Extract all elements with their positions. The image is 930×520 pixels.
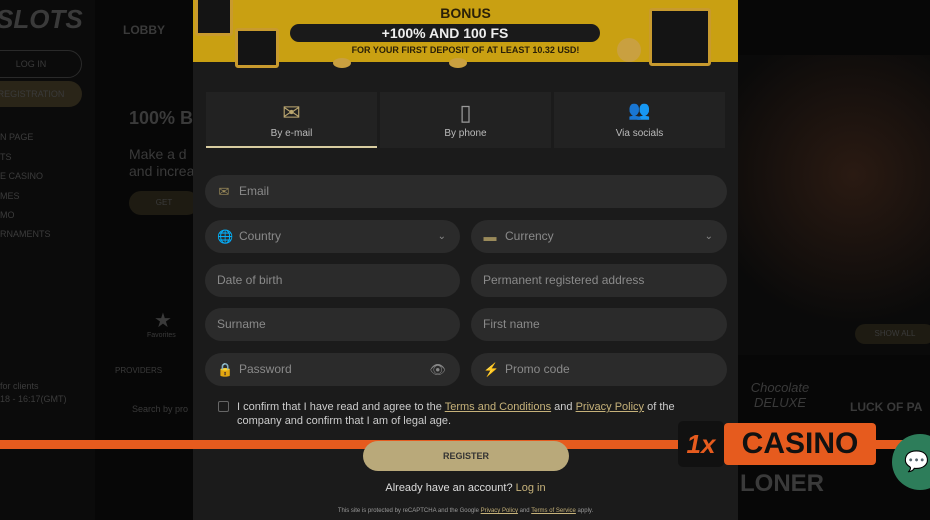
- favorites-label[interactable]: Favorites: [147, 332, 176, 339]
- registration-button[interactable]: REGISTRATION: [0, 81, 82, 107]
- support-hours: 18 - 16:17(GMT): [0, 394, 67, 404]
- coin-icon: [617, 38, 641, 62]
- game-tile[interactable]: LUCK OF PA: [850, 400, 922, 414]
- promo-text: Make a d: [129, 146, 187, 162]
- bonus-offer: +100% AND 100 FS: [290, 24, 600, 42]
- nav-item[interactable]: MES: [0, 191, 20, 201]
- providers-label: PROVIDERS: [115, 366, 163, 375]
- login-button[interactable]: LOG IN: [0, 50, 82, 78]
- privacy-link[interactable]: Privacy Policy: [576, 401, 644, 413]
- terms-link[interactable]: Terms and Conditions: [445, 401, 551, 413]
- star-icon: ★: [154, 310, 172, 332]
- password-field[interactable]: 🔒 Password 👁: [205, 353, 460, 386]
- nav-item[interactable]: MO: [0, 210, 15, 220]
- game-tile[interactable]: LONER: [740, 470, 824, 498]
- tab-label: By phone: [444, 128, 487, 139]
- placeholder: Promo code: [505, 362, 570, 376]
- login-prompt: Already have an account? Log in: [385, 482, 546, 494]
- eye-icon[interactable]: 👁: [429, 353, 446, 386]
- email-field[interactable]: ✉ Email: [205, 175, 727, 208]
- login-link[interactable]: Log in: [516, 482, 546, 494]
- placeholder: Surname: [217, 317, 266, 331]
- watermark-logo: 1x CASINO: [678, 421, 878, 467]
- lobby-tab[interactable]: LOBBY: [123, 23, 165, 37]
- hero-image: [738, 55, 930, 355]
- provider-search[interactable]: Search by pro: [132, 404, 188, 414]
- country-select[interactable]: 🌐 Country ⌄: [205, 220, 460, 253]
- consent-text: I confirm that I have read and agree to …: [237, 401, 675, 427]
- register-button[interactable]: REGISTER: [363, 441, 569, 471]
- nav-item[interactable]: N PAGE: [0, 132, 33, 142]
- address-field[interactable]: Permanent registered address: [471, 264, 727, 297]
- privacy-link[interactable]: Privacy Policy: [481, 508, 518, 514]
- placeholder: Currency: [505, 229, 554, 243]
- nav-item[interactable]: TS: [0, 152, 12, 162]
- coin-icon: [449, 58, 467, 68]
- surname-field[interactable]: Surname: [205, 308, 460, 341]
- lightning-icon: ⚡: [483, 362, 500, 377]
- recaptcha-notice: This site is protected by reCAPTCHA and …: [337, 508, 594, 514]
- promo-text: and increa: [129, 163, 195, 179]
- tab-email[interactable]: ✉ By e-mail: [206, 92, 377, 148]
- site-logo: SLOTS: [0, 4, 83, 34]
- tab-label: Via socials: [615, 128, 664, 139]
- gift-icon: [649, 8, 711, 66]
- terms-link[interactable]: Terms of Service: [531, 508, 576, 514]
- dob-field[interactable]: Date of birth: [205, 264, 460, 297]
- promo-title: 100% B: [129, 108, 194, 128]
- tab-label: By e-mail: [270, 128, 313, 139]
- phone-icon: ▯: [459, 100, 472, 125]
- nav-item[interactable]: RNAMENTS: [0, 229, 51, 239]
- tab-phone[interactable]: ▯ By phone: [380, 92, 551, 148]
- card-icon: ▬: [483, 229, 497, 244]
- placeholder: Country: [239, 229, 282, 243]
- coin-icon: [333, 58, 351, 68]
- brand-mark: 1x: [678, 421, 724, 467]
- support-label: for clients: [0, 381, 39, 391]
- show-all-button[interactable]: SHOW ALL: [855, 324, 930, 344]
- globe-icon: 🌐: [217, 229, 234, 244]
- consent-checkbox[interactable]: [218, 401, 229, 412]
- game-tile[interactable]: Chocolate DELUXE: [745, 380, 815, 410]
- placeholder: First name: [483, 317, 540, 331]
- envelope-icon: ✉: [282, 100, 301, 125]
- envelope-icon: ✉: [218, 184, 230, 199]
- first-name-field[interactable]: First name: [471, 308, 727, 341]
- chevron-down-icon: ⌄: [704, 231, 713, 242]
- gift-icon: [195, 0, 233, 36]
- gift-icon: [235, 28, 279, 68]
- users-icon: 👥: [628, 100, 651, 120]
- nav-item[interactable]: E CASINO: [0, 171, 43, 181]
- tab-socials[interactable]: 👥 Via socials: [554, 92, 725, 148]
- promo-code-field[interactable]: ⚡ Promo code: [471, 353, 727, 386]
- brand-text: CASINO: [724, 423, 876, 465]
- placeholder: Password: [239, 362, 292, 376]
- lock-icon: 🔒: [217, 362, 234, 377]
- chevron-down-icon: ⌄: [437, 231, 446, 242]
- placeholder: Email: [239, 184, 270, 198]
- currency-select[interactable]: ▬ Currency ⌄: [471, 220, 727, 253]
- placeholder: Date of birth: [217, 273, 283, 287]
- placeholder: Permanent registered address: [483, 273, 645, 287]
- promo-button[interactable]: GET: [129, 191, 199, 215]
